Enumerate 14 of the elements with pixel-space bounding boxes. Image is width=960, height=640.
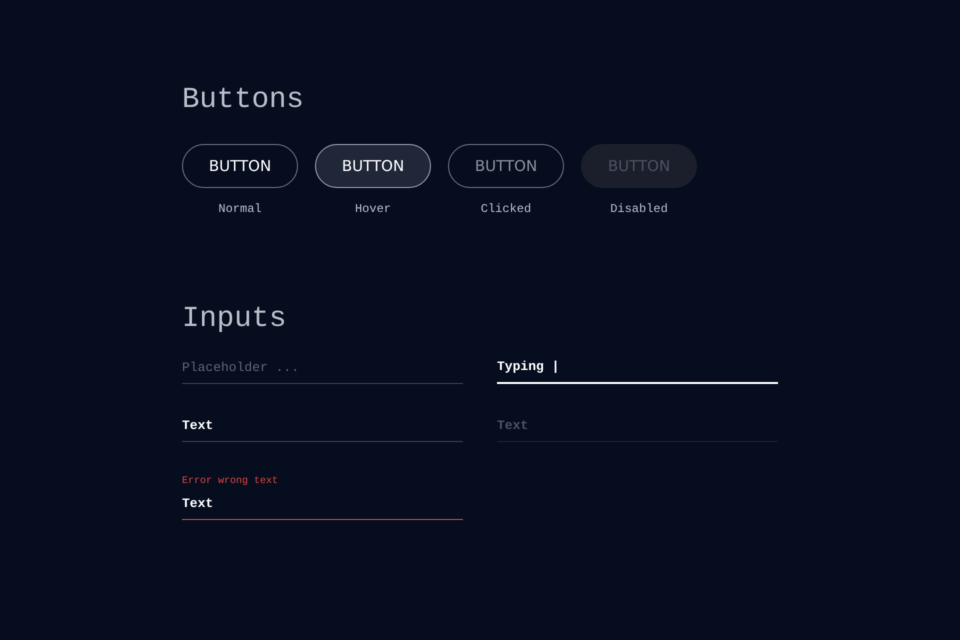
error-message: Error wrong text xyxy=(182,476,280,487)
input-field[interactable]: Typing | xyxy=(497,359,778,384)
input-field[interactable]: Placeholder ... xyxy=(182,360,463,384)
state-caption: Normal xyxy=(218,202,262,216)
state-caption: Clicked xyxy=(480,202,532,216)
button[interactable]: BUTTON xyxy=(182,144,298,188)
state-caption: Hover xyxy=(354,202,391,216)
section-title: Inputs xyxy=(182,301,288,337)
input-field[interactable]: Text xyxy=(182,496,463,520)
section-title: Buttons xyxy=(182,82,305,118)
state-caption: Disabled xyxy=(610,202,668,216)
button[interactable]: BUTTON xyxy=(448,144,564,188)
button[interactable]: BUTTON xyxy=(315,144,431,188)
input-field[interactable]: Text xyxy=(182,418,463,442)
